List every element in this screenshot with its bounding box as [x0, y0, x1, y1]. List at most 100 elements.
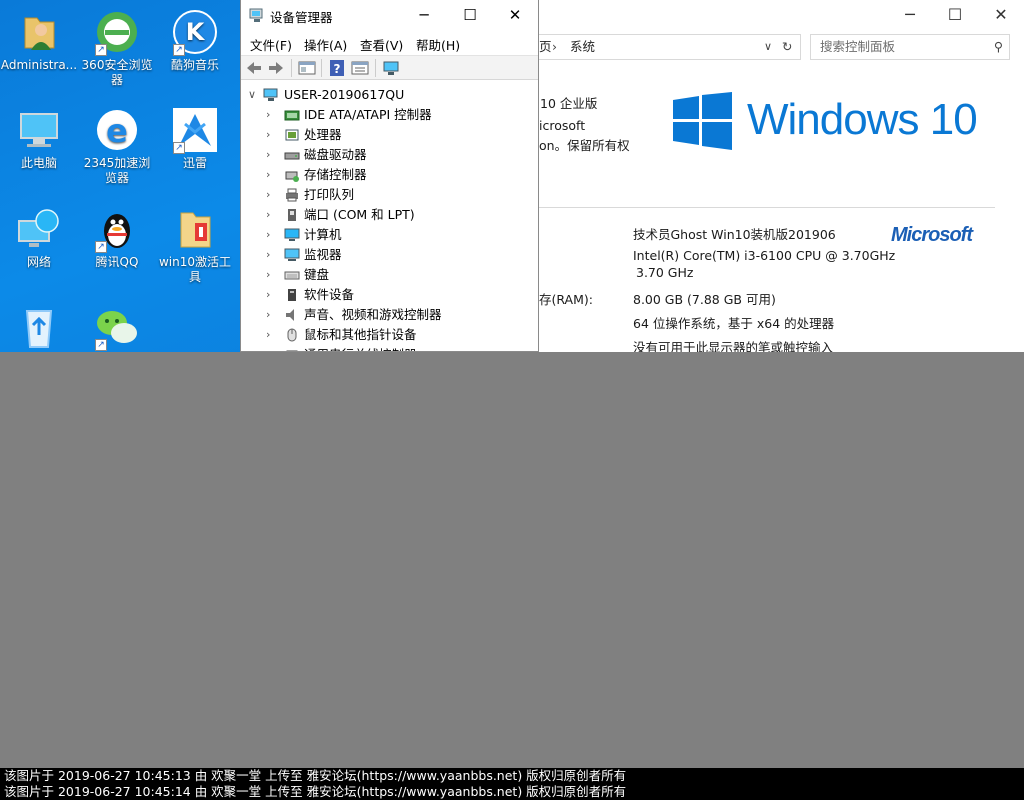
toolbar-separator: [291, 59, 292, 77]
tree-item-label: 存储控制器: [304, 167, 367, 182]
user-folder-icon: [15, 8, 63, 56]
recycle-bin-icon: [15, 303, 63, 351]
breadcrumb-current[interactable]: 系统: [570, 35, 595, 59]
tree-root[interactable]: ∨ USER-20190617QU: [241, 85, 538, 105]
copyright-line-2: on。保留所有权: [539, 138, 630, 153]
monitor-icon: [284, 248, 300, 262]
tree-item-label: 监视器: [304, 247, 342, 262]
close-button[interactable]: ✕: [978, 0, 1024, 32]
help-icon[interactable]: ?: [328, 59, 346, 77]
refresh-icon[interactable]: ↻: [782, 35, 792, 59]
toolbar-separator: [321, 59, 322, 77]
tree-item-storage-controller[interactable]: › 存储控制器: [241, 165, 538, 185]
desktop-icon-wechat[interactable]: ↗: [78, 303, 156, 352]
desktop-icon-recycle-bin[interactable]: [0, 303, 78, 352]
menu-file[interactable]: 文件(F): [250, 35, 292, 54]
chevron-right-icon[interactable]: ›: [266, 225, 278, 245]
computer-root-icon: [263, 88, 279, 102]
system-window: ─ ☐ ✕ 页 › 系统 ∨ ↻ 搜索控制面板 ⚲ 10 企业版 icrosof…: [538, 0, 1024, 352]
forward-arrow-icon[interactable]: [267, 59, 285, 77]
back-arrow-icon[interactable]: [245, 59, 263, 77]
tree-item-label: 端口 (COM 和 LPT): [304, 207, 415, 222]
breadcrumb-parent[interactable]: 页: [539, 35, 552, 59]
desktop-icon-label: 360安全浏览器: [81, 58, 153, 87]
device-manager-title: 设备管理器: [270, 10, 333, 25]
footer-line-2: 该图片于 2019-06-27 10:45:14 由 欢聚一堂 上传至 雅安论坛…: [4, 784, 627, 799]
menu-action[interactable]: 操作(A): [304, 35, 347, 54]
footer-line-1: 该图片于 2019-06-27 10:45:13 由 欢聚一堂 上传至 雅安论坛…: [4, 768, 627, 783]
maximize-button[interactable]: ☐: [447, 0, 493, 30]
tree-item-mouse[interactable]: › 鼠标和其他指针设备: [241, 325, 538, 345]
chevron-down-icon[interactable]: ∨: [764, 35, 772, 59]
minimize-button[interactable]: ─: [887, 0, 933, 32]
divider: [539, 207, 995, 208]
desktop-icon-administrator[interactable]: Administra...: [0, 8, 78, 73]
chevron-right-icon[interactable]: ›: [266, 285, 278, 305]
tree-item-processor[interactable]: › 处理器: [241, 125, 538, 145]
tree-item-keyboard[interactable]: › 键盘: [241, 265, 538, 285]
device-manager-titlebar[interactable]: 设备管理器 ─ ☐ ✕: [241, 0, 538, 30]
processor-icon: [284, 128, 300, 142]
tree-item-print-queue[interactable]: › 打印队列: [241, 185, 538, 205]
scan-hardware-icon[interactable]: [382, 59, 400, 77]
qq-icon: ↗: [93, 205, 141, 253]
chevron-right-icon[interactable]: ›: [266, 305, 278, 325]
tree-item-sound[interactable]: › 声音、视频和游戏控制器: [241, 305, 538, 325]
svg-text:K: K: [186, 18, 206, 46]
tree-item-label: 键盘: [304, 267, 330, 282]
breadcrumb-separator-icon: ›: [552, 39, 557, 54]
address-bar[interactable]: 页 › 系统 ∨ ↻: [539, 34, 801, 60]
chevron-right-icon[interactable]: ›: [266, 125, 278, 145]
tree-item-label: 通用串行总线控制器: [304, 345, 417, 351]
properties-icon[interactable]: [351, 59, 369, 77]
desktop-icon-xunlei[interactable]: ↗ 迅雷: [156, 106, 234, 171]
pen-touch-value: 没有可用于此显示器的笔或触控输入: [633, 340, 834, 352]
chevron-right-icon[interactable]: ›: [266, 205, 278, 225]
tree-item-software-device[interactable]: › 软件设备: [241, 285, 538, 305]
chevron-right-icon[interactable]: ›: [266, 265, 278, 285]
menu-view[interactable]: 查看(V): [360, 35, 403, 54]
search-icon[interactable]: ⚲: [994, 35, 1003, 59]
menu-help[interactable]: 帮助(H): [416, 35, 460, 54]
minimize-button[interactable]: ─: [401, 0, 447, 30]
toolbar-separator: [375, 59, 376, 77]
windows-edition: 10 企业版: [540, 96, 598, 111]
tree-item-monitor[interactable]: › 监视器: [241, 245, 538, 265]
keyboard-icon: [284, 268, 300, 282]
search-input[interactable]: 搜索控制面板 ⚲: [810, 34, 1010, 60]
2345-browser-icon: e: [93, 106, 141, 154]
microsoft-logo-text: Microsoft: [891, 224, 973, 246]
chevron-right-icon[interactable]: ›: [266, 105, 278, 125]
ide-controller-icon: [284, 108, 300, 122]
desktop-icon-360-browser[interactable]: ↗ 360安全浏览器: [78, 8, 156, 88]
tree-item-label: 声音、视频和游戏控制器: [304, 307, 442, 322]
desktop-icon-network[interactable]: 网络: [0, 205, 78, 270]
windows-logo-icon: [673, 92, 733, 150]
desktop-icon-2345-browser[interactable]: e 2345加速浏览器: [78, 106, 156, 186]
storage-controller-icon: [284, 168, 300, 182]
chevron-right-icon[interactable]: ›: [266, 325, 278, 345]
chevron-right-icon[interactable]: ›: [266, 165, 278, 185]
console-tree-icon[interactable]: [298, 59, 316, 77]
desktop-icon-qq[interactable]: ↗ 腾讯QQ: [78, 205, 156, 270]
desktop-icon-activation-tool[interactable]: win10激活工具: [156, 205, 234, 285]
shortcut-arrow-icon: ↗: [95, 241, 107, 253]
tree-item-computer[interactable]: › 计算机: [241, 225, 538, 245]
close-button[interactable]: ✕: [492, 0, 538, 30]
360-browser-icon: ↗: [93, 8, 141, 56]
maximize-button[interactable]: ☐: [932, 0, 978, 32]
tree-item-disk-drive[interactable]: › 磁盘驱动器: [241, 145, 538, 165]
tree-item-usb[interactable]: › 通用串行总线控制器: [241, 345, 538, 351]
tree-root-label: USER-20190617QU: [284, 87, 405, 102]
desktop-icon-kugou[interactable]: K ↗ 酷狗音乐: [156, 8, 234, 73]
disk-drive-icon: [284, 148, 300, 162]
chevron-down-icon[interactable]: ∨: [248, 85, 260, 105]
chevron-right-icon[interactable]: ›: [266, 145, 278, 165]
tree-item-ide-controller[interactable]: › IDE ATA/ATAPI 控制器: [241, 105, 538, 125]
shortcut-arrow-icon: ↗: [173, 142, 185, 154]
chevron-right-icon[interactable]: ›: [266, 185, 278, 205]
chevron-right-icon[interactable]: ›: [266, 345, 278, 351]
desktop-icon-this-pc[interactable]: 此电脑: [0, 106, 78, 171]
chevron-right-icon[interactable]: ›: [266, 245, 278, 265]
tree-item-port[interactable]: › 端口 (COM 和 LPT): [241, 205, 538, 225]
